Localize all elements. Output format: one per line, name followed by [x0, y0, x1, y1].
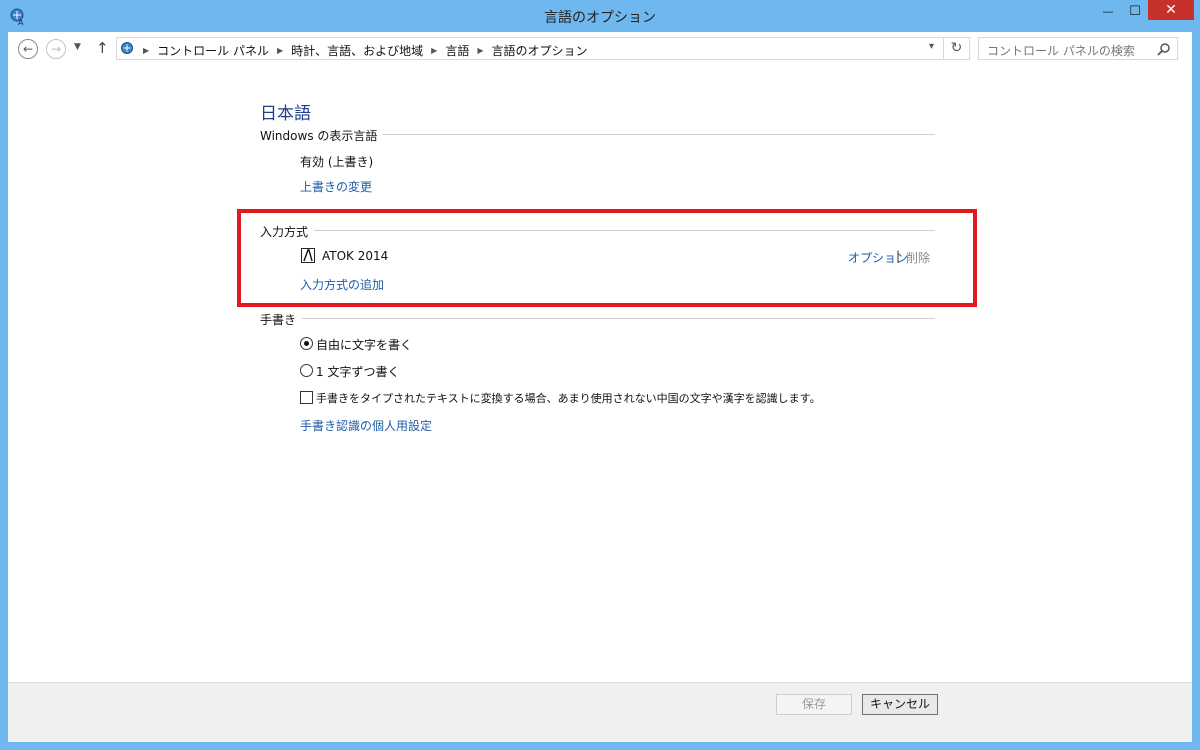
cancel-button[interactable]: キャンセル — [862, 694, 938, 715]
save-button[interactable]: 保存 — [776, 694, 852, 715]
link-separator: | — [896, 249, 901, 263]
chevron-right-icon[interactable]: ▶ — [277, 46, 283, 55]
back-arrow-icon: ← — [22, 42, 34, 56]
rare-chars-checkbox[interactable] — [300, 391, 313, 404]
breadcrumb-language-options[interactable]: 言語のオプション — [491, 42, 587, 59]
change-override-link[interactable]: 上書きの変更 — [300, 178, 372, 195]
handwriting-label: 手書き — [260, 311, 303, 328]
control-panel-icon — [121, 42, 133, 54]
breadcrumb: ▶ コントロール パネル ▶ 時計、言語、および地域 ▶ 言語 ▶ 言語のオプシ… — [143, 42, 588, 59]
single-char-radio[interactable] — [300, 364, 313, 377]
navigation-bar: ← → ▼ ↑ ▶ コントロール パネル ▶ 時計、言語、および地域 ▶ 言語 — [8, 32, 1192, 66]
refresh-icon: ↻ — [950, 40, 963, 56]
rare-chars-checkbox-label[interactable]: 手書きをタイプされたテキストに変換する場合、あまり使用されない中国の文字や漢字を… — [316, 390, 821, 406]
display-language-label: Windows の表示言語 — [260, 127, 384, 144]
chevron-right-icon[interactable]: ▶ — [431, 46, 437, 55]
window-title: 言語のオプション — [544, 10, 656, 26]
minimize-icon: — — [1102, 4, 1114, 18]
personalize-handwriting-link[interactable]: 手書き認識の個人用設定 — [300, 417, 432, 434]
freeform-radio-label[interactable]: 自由に文字を書く — [316, 336, 412, 353]
breadcrumb-clock-language-region[interactable]: 時計、言語、および地域 — [291, 42, 423, 59]
language-heading: 日本語 — [260, 104, 311, 124]
forward-arrow-icon: → — [50, 42, 62, 56]
recent-locations-dropdown[interactable]: ▼ — [74, 42, 81, 52]
close-button[interactable]: ✕ — [1148, 0, 1194, 20]
maximize-button[interactable]: ☐ — [1122, 0, 1148, 22]
input-method-label: 入力方式 — [260, 223, 315, 240]
up-arrow-icon[interactable]: ↑ — [96, 39, 109, 57]
divider — [260, 318, 935, 319]
close-icon: ✕ — [1165, 2, 1177, 18]
client-area: ← → ▼ ↑ ▶ コントロール パネル ▶ 時計、言語、および地域 ▶ 言語 — [8, 32, 1192, 742]
address-bar[interactable]: ▶ コントロール パネル ▶ 時計、言語、および地域 ▶ 言語 ▶ 言語のオプシ… — [116, 37, 970, 60]
search-placeholder: コントロール パネルの検索 — [987, 44, 1135, 58]
back-button[interactable]: ← — [18, 39, 38, 59]
refresh-button[interactable]: ↻ — [943, 38, 969, 59]
single-char-radio-label[interactable]: 1 文字ずつ書く — [316, 363, 399, 380]
title-bar: A 言語のオプション — ☐ ✕ — [0, 0, 1200, 32]
footer-bar: 保存 キャンセル — [8, 682, 1192, 742]
minimize-button[interactable]: — — [1096, 0, 1120, 22]
search-icon[interactable] — [1157, 42, 1171, 56]
add-input-method-link[interactable]: 入力方式の追加 — [300, 276, 384, 293]
ime-remove-link[interactable]: 削除 — [906, 249, 930, 266]
language-options-window: A 言語のオプション — ☐ ✕ ← → ▼ ↑ ▶ コントロール パネル ▶ … — [0, 0, 1200, 750]
display-language-status: 有効 (上書き) — [300, 155, 374, 169]
ime-name: ATOK 2014 — [322, 249, 389, 263]
atok-icon — [301, 248, 315, 263]
forward-button[interactable]: → — [46, 39, 66, 59]
chevron-down-icon[interactable]: ▾ — [929, 41, 934, 52]
maximize-icon: ☐ — [1129, 3, 1141, 19]
freeform-radio[interactable] — [300, 337, 313, 350]
breadcrumb-control-panel[interactable]: コントロール パネル — [157, 42, 269, 59]
chevron-right-icon: ▶ — [143, 46, 150, 55]
divider — [260, 230, 935, 231]
language-options-content: 日本語 Windows の表示言語 有効 (上書き) 上書きの変更 入力方式 A… — [8, 66, 1192, 682]
chevron-right-icon[interactable]: ▶ — [477, 46, 483, 55]
search-input[interactable]: コントロール パネルの検索 — [978, 37, 1178, 60]
breadcrumb-language[interactable]: 言語 — [445, 42, 469, 59]
